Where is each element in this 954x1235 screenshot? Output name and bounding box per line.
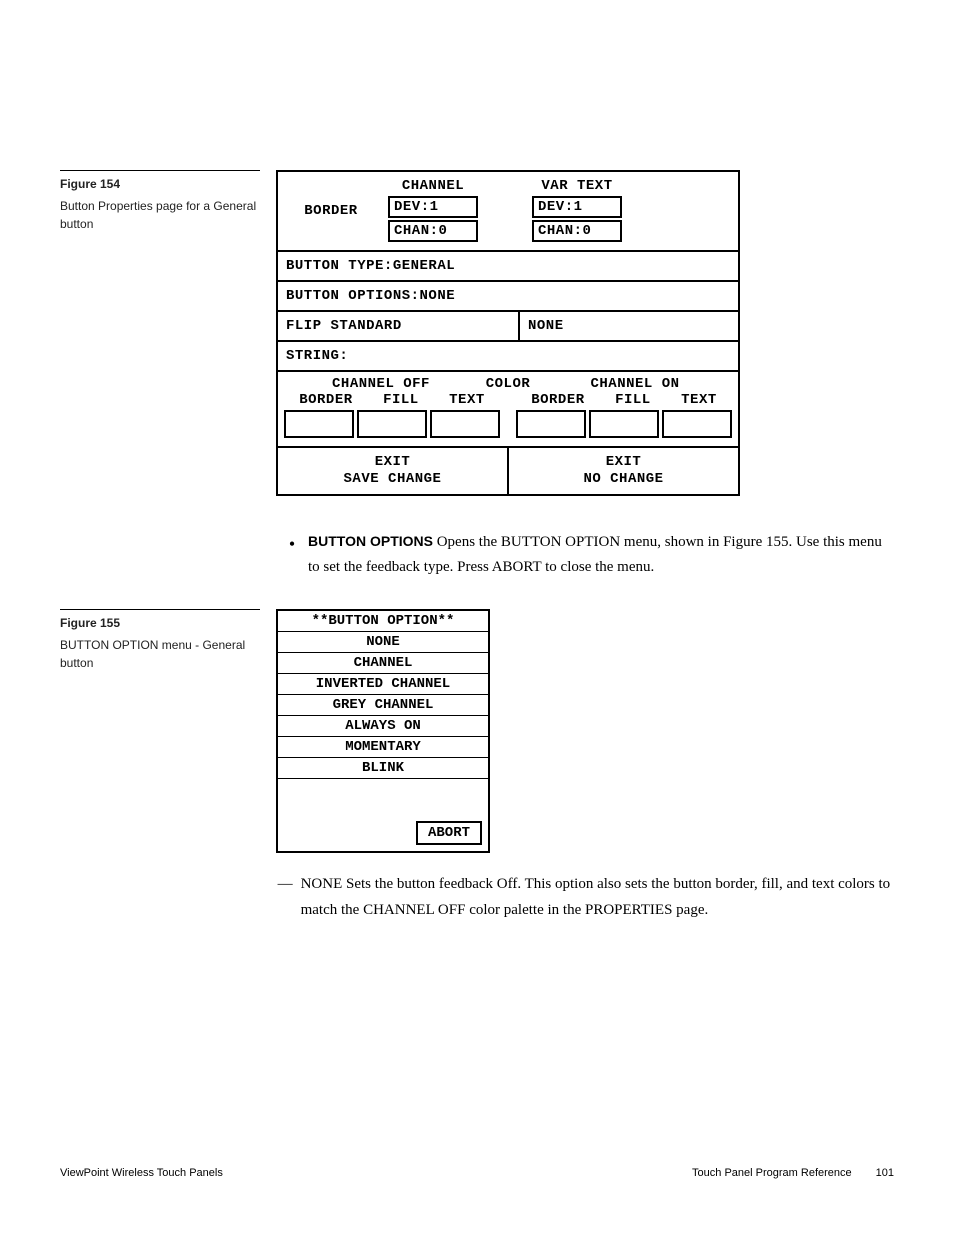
dash-icon: — — [276, 871, 301, 924]
flip-standard-cell[interactable]: FLIP STANDARD — [278, 312, 520, 340]
button-options-row[interactable]: BUTTON OPTIONS:NONE — [278, 282, 738, 310]
channel-off-header: CHANNEL OFF — [284, 376, 478, 392]
vartext-chan-field[interactable]: CHAN:0 — [532, 220, 622, 242]
on-fill-label: FILL — [615, 392, 651, 408]
figure-155-caption: BUTTON OPTION menu - General button — [60, 636, 260, 672]
abort-button[interactable]: ABORT — [416, 821, 482, 845]
off-text-swatch[interactable] — [430, 410, 500, 438]
menu-item-channel[interactable]: CHANNEL — [278, 653, 488, 674]
menu-item-none[interactable]: NONE — [278, 632, 488, 653]
figure-155-title: Figure 155 — [60, 616, 260, 630]
exit-save-button[interactable]: EXIT SAVE CHANGE — [278, 448, 509, 494]
off-text-label: TEXT — [449, 392, 485, 408]
footer-section: Touch Panel Program Reference — [692, 1167, 852, 1179]
menu-header: **BUTTON OPTION** — [278, 611, 488, 632]
channel-on-header: CHANNEL ON — [538, 376, 732, 392]
flip-none-cell[interactable]: NONE — [520, 312, 738, 340]
off-border-label: BORDER — [299, 392, 352, 408]
menu-item-blink[interactable]: BLINK — [278, 758, 488, 779]
footer-page-number: 101 — [876, 1167, 894, 1179]
footer-left: ViewPoint Wireless Touch Panels — [60, 1167, 223, 1179]
on-text-label: TEXT — [681, 392, 717, 408]
channel-label: CHANNEL — [402, 178, 464, 194]
menu-item-momentary[interactable]: MOMENTARY — [278, 737, 488, 758]
button-properties-panel: BORDER CHANNEL DEV:1 CHAN:0 VAR TEXT DEV… — [276, 170, 740, 496]
on-border-label: BORDER — [531, 392, 584, 408]
vartext-dev-field[interactable]: DEV:1 — [532, 196, 622, 218]
menu-item-always-on[interactable]: ALWAYS ON — [278, 716, 488, 737]
off-fill-label: FILL — [383, 392, 419, 408]
string-row[interactable]: STRING: — [278, 342, 738, 370]
menu-item-grey-channel[interactable]: GREY CHANNEL — [278, 695, 488, 716]
on-fill-swatch[interactable] — [589, 410, 659, 438]
button-option-menu: **BUTTON OPTION** NONE CHANNEL INVERTED … — [276, 609, 490, 853]
border-button[interactable]: BORDER — [286, 203, 376, 219]
bullet-icon: • — [276, 530, 308, 581]
button-type-row[interactable]: BUTTON TYPE:GENERAL — [278, 252, 738, 280]
color-header: COLOR — [478, 376, 538, 392]
var-text-label: VAR TEXT — [541, 178, 612, 194]
none-description: NONE Sets the button feedback Off. This … — [301, 871, 894, 924]
exit-no-change-button[interactable]: EXIT NO CHANGE — [509, 448, 738, 494]
on-border-swatch[interactable] — [516, 410, 586, 438]
channel-dev-field[interactable]: DEV:1 — [388, 196, 478, 218]
off-border-swatch[interactable] — [284, 410, 354, 438]
on-text-swatch[interactable] — [662, 410, 732, 438]
off-fill-swatch[interactable] — [357, 410, 427, 438]
figure-154-title: Figure 154 — [60, 177, 260, 191]
menu-item-inverted-channel[interactable]: INVERTED CHANNEL — [278, 674, 488, 695]
button-options-paragraph: BUTTON OPTIONS Opens the BUTTON OPTION m… — [308, 530, 894, 581]
channel-chan-field[interactable]: CHAN:0 — [388, 220, 478, 242]
figure-154-caption: Button Properties page for a General but… — [60, 197, 260, 233]
